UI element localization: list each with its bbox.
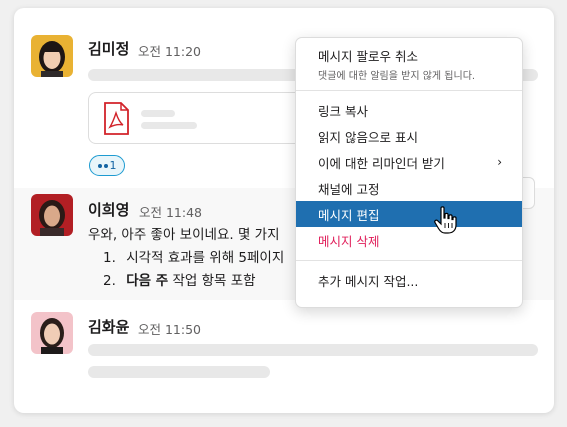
menu-divider xyxy=(296,90,522,91)
file-attachment[interactable] xyxy=(88,92,318,144)
menu-item-reminder[interactable]: 이에 대한 리마인더 받기 › xyxy=(296,149,522,175)
menu-item-more-actions[interactable]: 추가 메시지 작업... xyxy=(296,267,522,293)
list-item: 2. 다음 주 작업 항목 포함 xyxy=(103,269,256,289)
chevron-right-icon: › xyxy=(497,155,502,169)
list-number: 1. xyxy=(103,250,116,266)
menu-divider xyxy=(296,260,522,261)
menu-item-unfollow[interactable]: 메시지 팔로우 취소 xyxy=(296,44,522,66)
list-bold-text: 다음 주 xyxy=(126,273,169,289)
message-context-menu: 메시지 팔로우 취소 댓글에 대한 알림을 받지 않게 됩니다. 링크 복사 읽… xyxy=(295,37,523,308)
menu-item-delete[interactable]: 메시지 삭제 xyxy=(296,227,522,253)
reaction-emoji-icon xyxy=(103,163,108,168)
avatar[interactable] xyxy=(31,194,73,236)
reaction-emoji-icon xyxy=(97,163,102,168)
menu-item-copy-link[interactable]: 링크 복사 xyxy=(296,97,522,123)
reaction-count: 1 xyxy=(109,159,117,172)
pdf-icon xyxy=(104,102,129,135)
list-text: 작업 항목 포함 xyxy=(168,273,256,289)
message-item[interactable]: 김화윤 오전 11:50 xyxy=(14,300,554,413)
hand-pointer-icon xyxy=(434,206,457,234)
file-name-placeholder xyxy=(141,110,175,117)
file-meta-placeholder xyxy=(141,122,197,129)
avatar[interactable] xyxy=(31,35,73,77)
list-item: 1. 시각적 효과를 위해 5페이지 xyxy=(103,246,284,266)
menu-item-unfollow-description: 댓글에 대한 알림을 받지 않게 됩니다. xyxy=(318,71,476,82)
reaction-pill[interactable]: 1 xyxy=(89,155,125,176)
menu-item-mark-unread[interactable]: 읽지 않음으로 표시 xyxy=(296,123,522,149)
timestamp[interactable]: 오전 11:48 xyxy=(139,202,202,221)
author-name[interactable]: 김미정 xyxy=(88,38,129,59)
menu-item-pin[interactable]: 채널에 고정 xyxy=(296,175,522,201)
avatar[interactable] xyxy=(31,312,73,354)
message-placeholder-line xyxy=(88,366,270,378)
message-text: 우와, 아주 좋아 보이네요. 몇 가지 xyxy=(88,227,280,243)
message-pane: 김미정 오전 11:20 1 이희영 오전 11:48 우와, 아주 좋아 보이… xyxy=(14,8,554,413)
menu-item-edit[interactable]: 메시지 편집 xyxy=(296,201,522,227)
timestamp[interactable]: 오전 11:20 xyxy=(138,41,201,60)
message-placeholder-line xyxy=(88,344,538,356)
author-name[interactable]: 이희영 xyxy=(88,199,129,220)
author-name[interactable]: 김화윤 xyxy=(88,316,129,337)
menu-item-label: 이에 대한 리마인더 받기 xyxy=(318,155,445,171)
list-text: 시각적 효과를 위해 5페이지 xyxy=(126,250,285,266)
timestamp[interactable]: 오전 11:50 xyxy=(138,319,201,338)
list-number: 2. xyxy=(103,273,116,289)
